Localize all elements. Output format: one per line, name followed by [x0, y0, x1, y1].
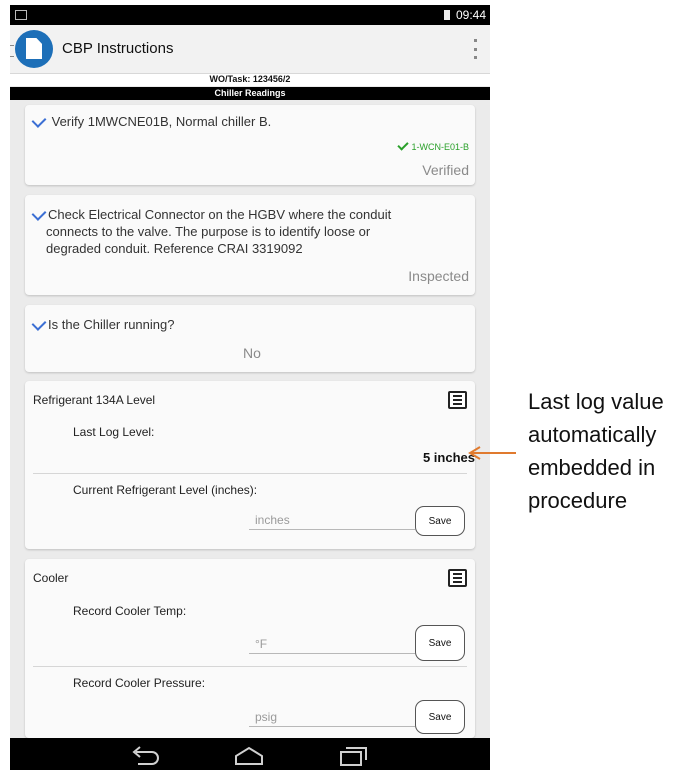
battery-icon	[444, 10, 450, 20]
recents-icon[interactable]	[336, 744, 370, 768]
current-level-label: Current Refrigerant Level (inches):	[73, 483, 258, 497]
log-icon[interactable]	[448, 391, 467, 409]
save-button[interactable]: Save	[415, 506, 465, 536]
refrigerant-card: Refrigerant 134A Level Last Log Level: 5…	[25, 381, 475, 549]
refrigerant-level-input[interactable]	[249, 511, 415, 530]
overflow-menu-icon[interactable]	[474, 39, 478, 59]
card-title: Refrigerant 134A Level	[33, 393, 156, 407]
step-card-verify: Verify 1MWCNE01B, Normal chiller B. 1-WC…	[25, 105, 475, 185]
status-inspected: Inspected	[408, 268, 469, 284]
window-icon	[15, 10, 27, 20]
back-icon[interactable]	[128, 744, 162, 768]
annotation-line: automatically	[528, 422, 657, 447]
navigation-bar	[10, 738, 490, 770]
cooler-pressure-input[interactable]	[249, 708, 415, 727]
app-document-icon[interactable]	[15, 30, 53, 68]
annotation-callout: Last log value automatically embedded in…	[528, 385, 696, 517]
annotation-line: procedure	[528, 488, 628, 513]
action-bar: CBP Instructions	[10, 25, 490, 74]
status-verified: Verified	[422, 162, 469, 178]
status-bar: 09:44	[10, 5, 490, 25]
home-icon[interactable]	[232, 744, 266, 768]
task-line: WO/Task: 123456/2	[10, 74, 490, 86]
cooler-temp-label: Record Cooler Temp:	[73, 604, 187, 618]
status-time: 09:44	[455, 8, 486, 22]
step-text: Check Electrical Connector on the HGBV w…	[31, 206, 391, 257]
section-title: Chiller Readings	[10, 87, 490, 100]
cooler-pressure-label: Record Cooler Pressure:	[73, 676, 206, 690]
cooler-temp-input[interactable]	[249, 635, 415, 654]
save-button[interactable]: Save	[415, 700, 465, 734]
annotation-line: embedded in	[528, 455, 656, 480]
save-button[interactable]: Save	[415, 625, 465, 661]
step-card-inspect: Check Electrical Connector on the HGBV w…	[25, 195, 475, 295]
card-title: Cooler	[33, 571, 69, 585]
log-icon[interactable]	[448, 569, 467, 587]
divider	[33, 666, 467, 667]
drawer-indicator-icon[interactable]	[10, 45, 14, 57]
divider	[33, 473, 467, 474]
answer-value: No	[243, 345, 261, 361]
step-text: Verify 1MWCNE01B, Normal chiller B.	[31, 113, 271, 130]
device-screen: 09:44 CBP Instructions WO/Task: 123456/2…	[10, 5, 490, 770]
app-title: CBP Instructions	[62, 40, 174, 57]
check-icon	[31, 206, 47, 221]
equipment-tag: 1-WCN-E01-B	[397, 139, 469, 152]
check-icon	[31, 113, 47, 128]
step-card-chiller-running: Is the Chiller running? No	[25, 305, 475, 372]
check-icon	[397, 139, 410, 151]
check-icon	[31, 316, 47, 331]
annotation-arrow-icon	[468, 446, 516, 460]
last-log-label: Last Log Level:	[73, 425, 155, 439]
annotation-line: Last log value	[528, 389, 664, 414]
cooler-card: Cooler Record Cooler Temp: Save Record C…	[25, 559, 475, 738]
step-text: Is the Chiller running?	[31, 316, 174, 333]
